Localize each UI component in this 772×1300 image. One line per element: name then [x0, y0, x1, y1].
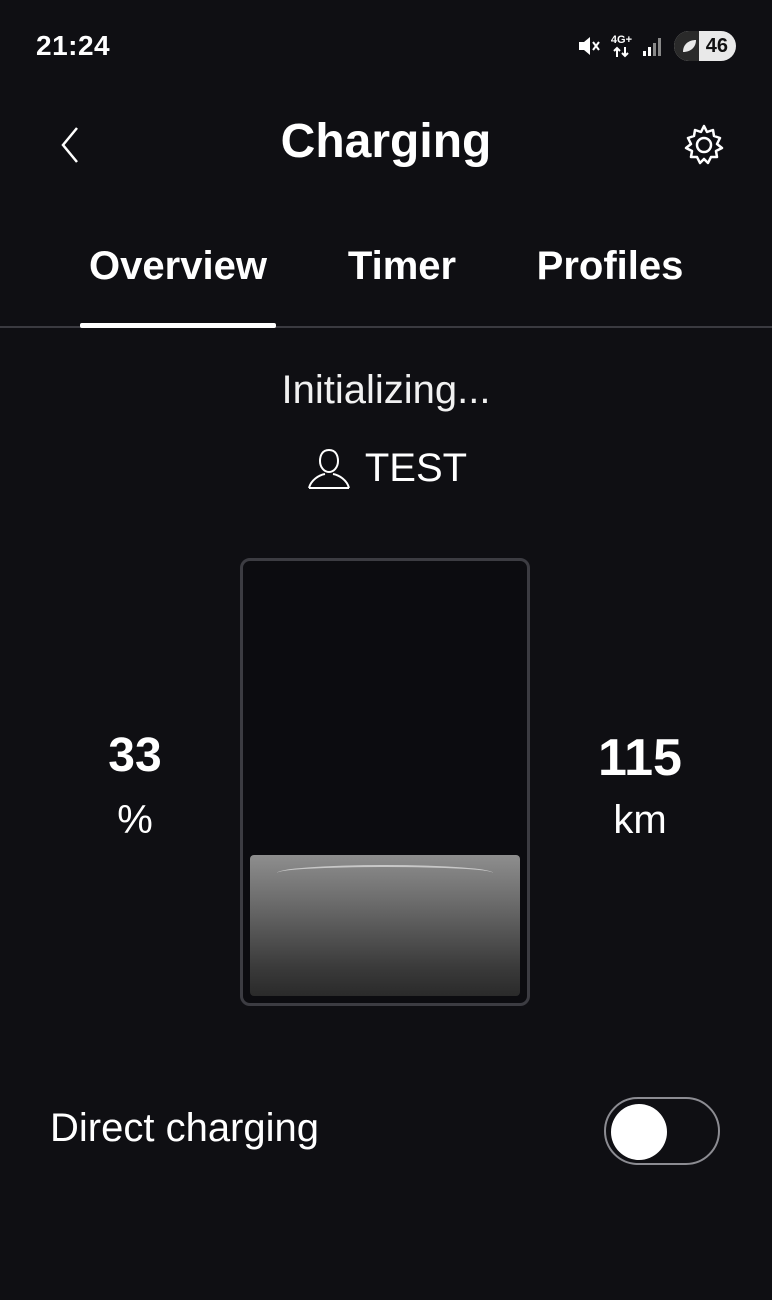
- tab-overview[interactable]: Overview: [80, 244, 276, 328]
- battery-gauge-fill: [250, 855, 520, 996]
- battery-gauge: [240, 558, 530, 1006]
- active-profile[interactable]: TEST: [0, 444, 772, 492]
- battery-indicator: 46: [674, 31, 736, 61]
- state-of-charge-value: 33: [108, 729, 162, 782]
- range-value: 115: [598, 729, 682, 787]
- power-saving-leaf-icon: [683, 40, 696, 52]
- mute-icon: [578, 37, 600, 55]
- toggle-knob: [611, 1104, 667, 1160]
- user-icon: [307, 448, 350, 489]
- charging-status-text: Initializing...: [281, 368, 491, 412]
- range-unit: km: [613, 798, 667, 842]
- direct-charging-toggle[interactable]: [604, 1097, 720, 1165]
- status-time: 21:24: [36, 30, 111, 61]
- gear-icon: [684, 124, 724, 165]
- network-indicator: 4G+: [610, 33, 632, 58]
- direct-charging-label: Direct charging: [50, 1106, 320, 1150]
- status-bar: 21:24 4G+ 46: [0, 0, 772, 92]
- tab-profiles[interactable]: Profiles: [520, 244, 700, 314]
- app-header: Charging: [0, 100, 772, 190]
- battery-level: 46: [705, 34, 728, 57]
- data-arrows-icon: [613, 46, 629, 57]
- page-title: Charging: [280, 115, 492, 168]
- state-of-charge-unit: %: [117, 798, 153, 842]
- settings-button[interactable]: [680, 120, 728, 170]
- status-icons: 4G+ 46: [575, 30, 736, 62]
- tab-bar: Overview Timer Profiles: [0, 228, 772, 328]
- network-label: 4G+: [610, 33, 632, 46]
- profile-name: TEST: [364, 445, 468, 490]
- tab-timer[interactable]: Timer: [330, 244, 474, 314]
- signal-icon: [643, 38, 661, 56]
